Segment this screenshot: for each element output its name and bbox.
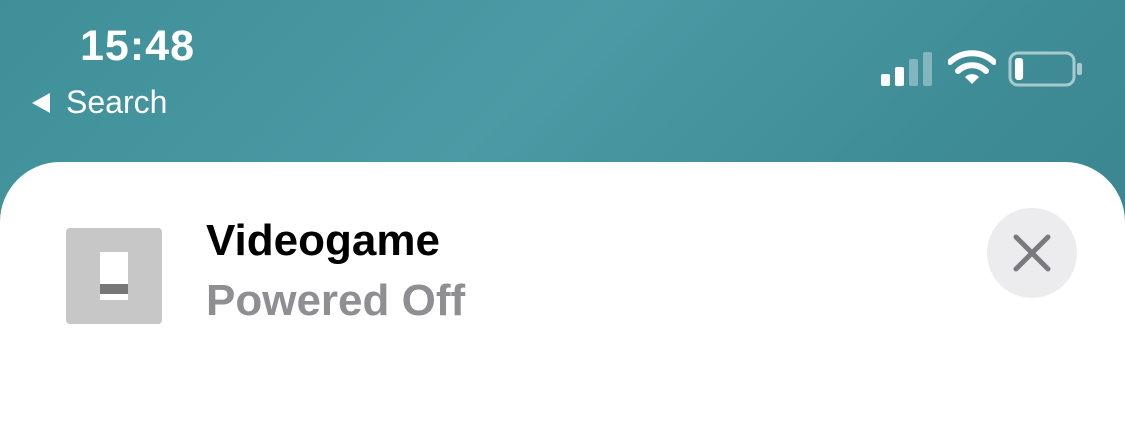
status-time: 15:48 <box>80 22 195 70</box>
accessory-name: Videogame <box>206 216 440 265</box>
accessory-sheet: Videogame Powered Off <box>0 162 1125 422</box>
back-to-search-button[interactable]: Search <box>32 84 167 121</box>
status-bar: 15:48 Search <box>0 0 1125 130</box>
accessory-tile[interactable] <box>66 228 162 324</box>
close-button[interactable] <box>987 208 1077 298</box>
back-label: Search <box>66 84 168 120</box>
switch-icon <box>100 252 128 300</box>
accessory-state: Powered Off <box>206 276 466 325</box>
switch-knob <box>100 284 128 294</box>
battery-icon <box>1008 51 1082 87</box>
cellular-signal-icon <box>881 52 932 86</box>
wifi-icon <box>948 50 996 84</box>
close-icon <box>1013 234 1051 272</box>
back-triangle-icon <box>32 92 50 113</box>
